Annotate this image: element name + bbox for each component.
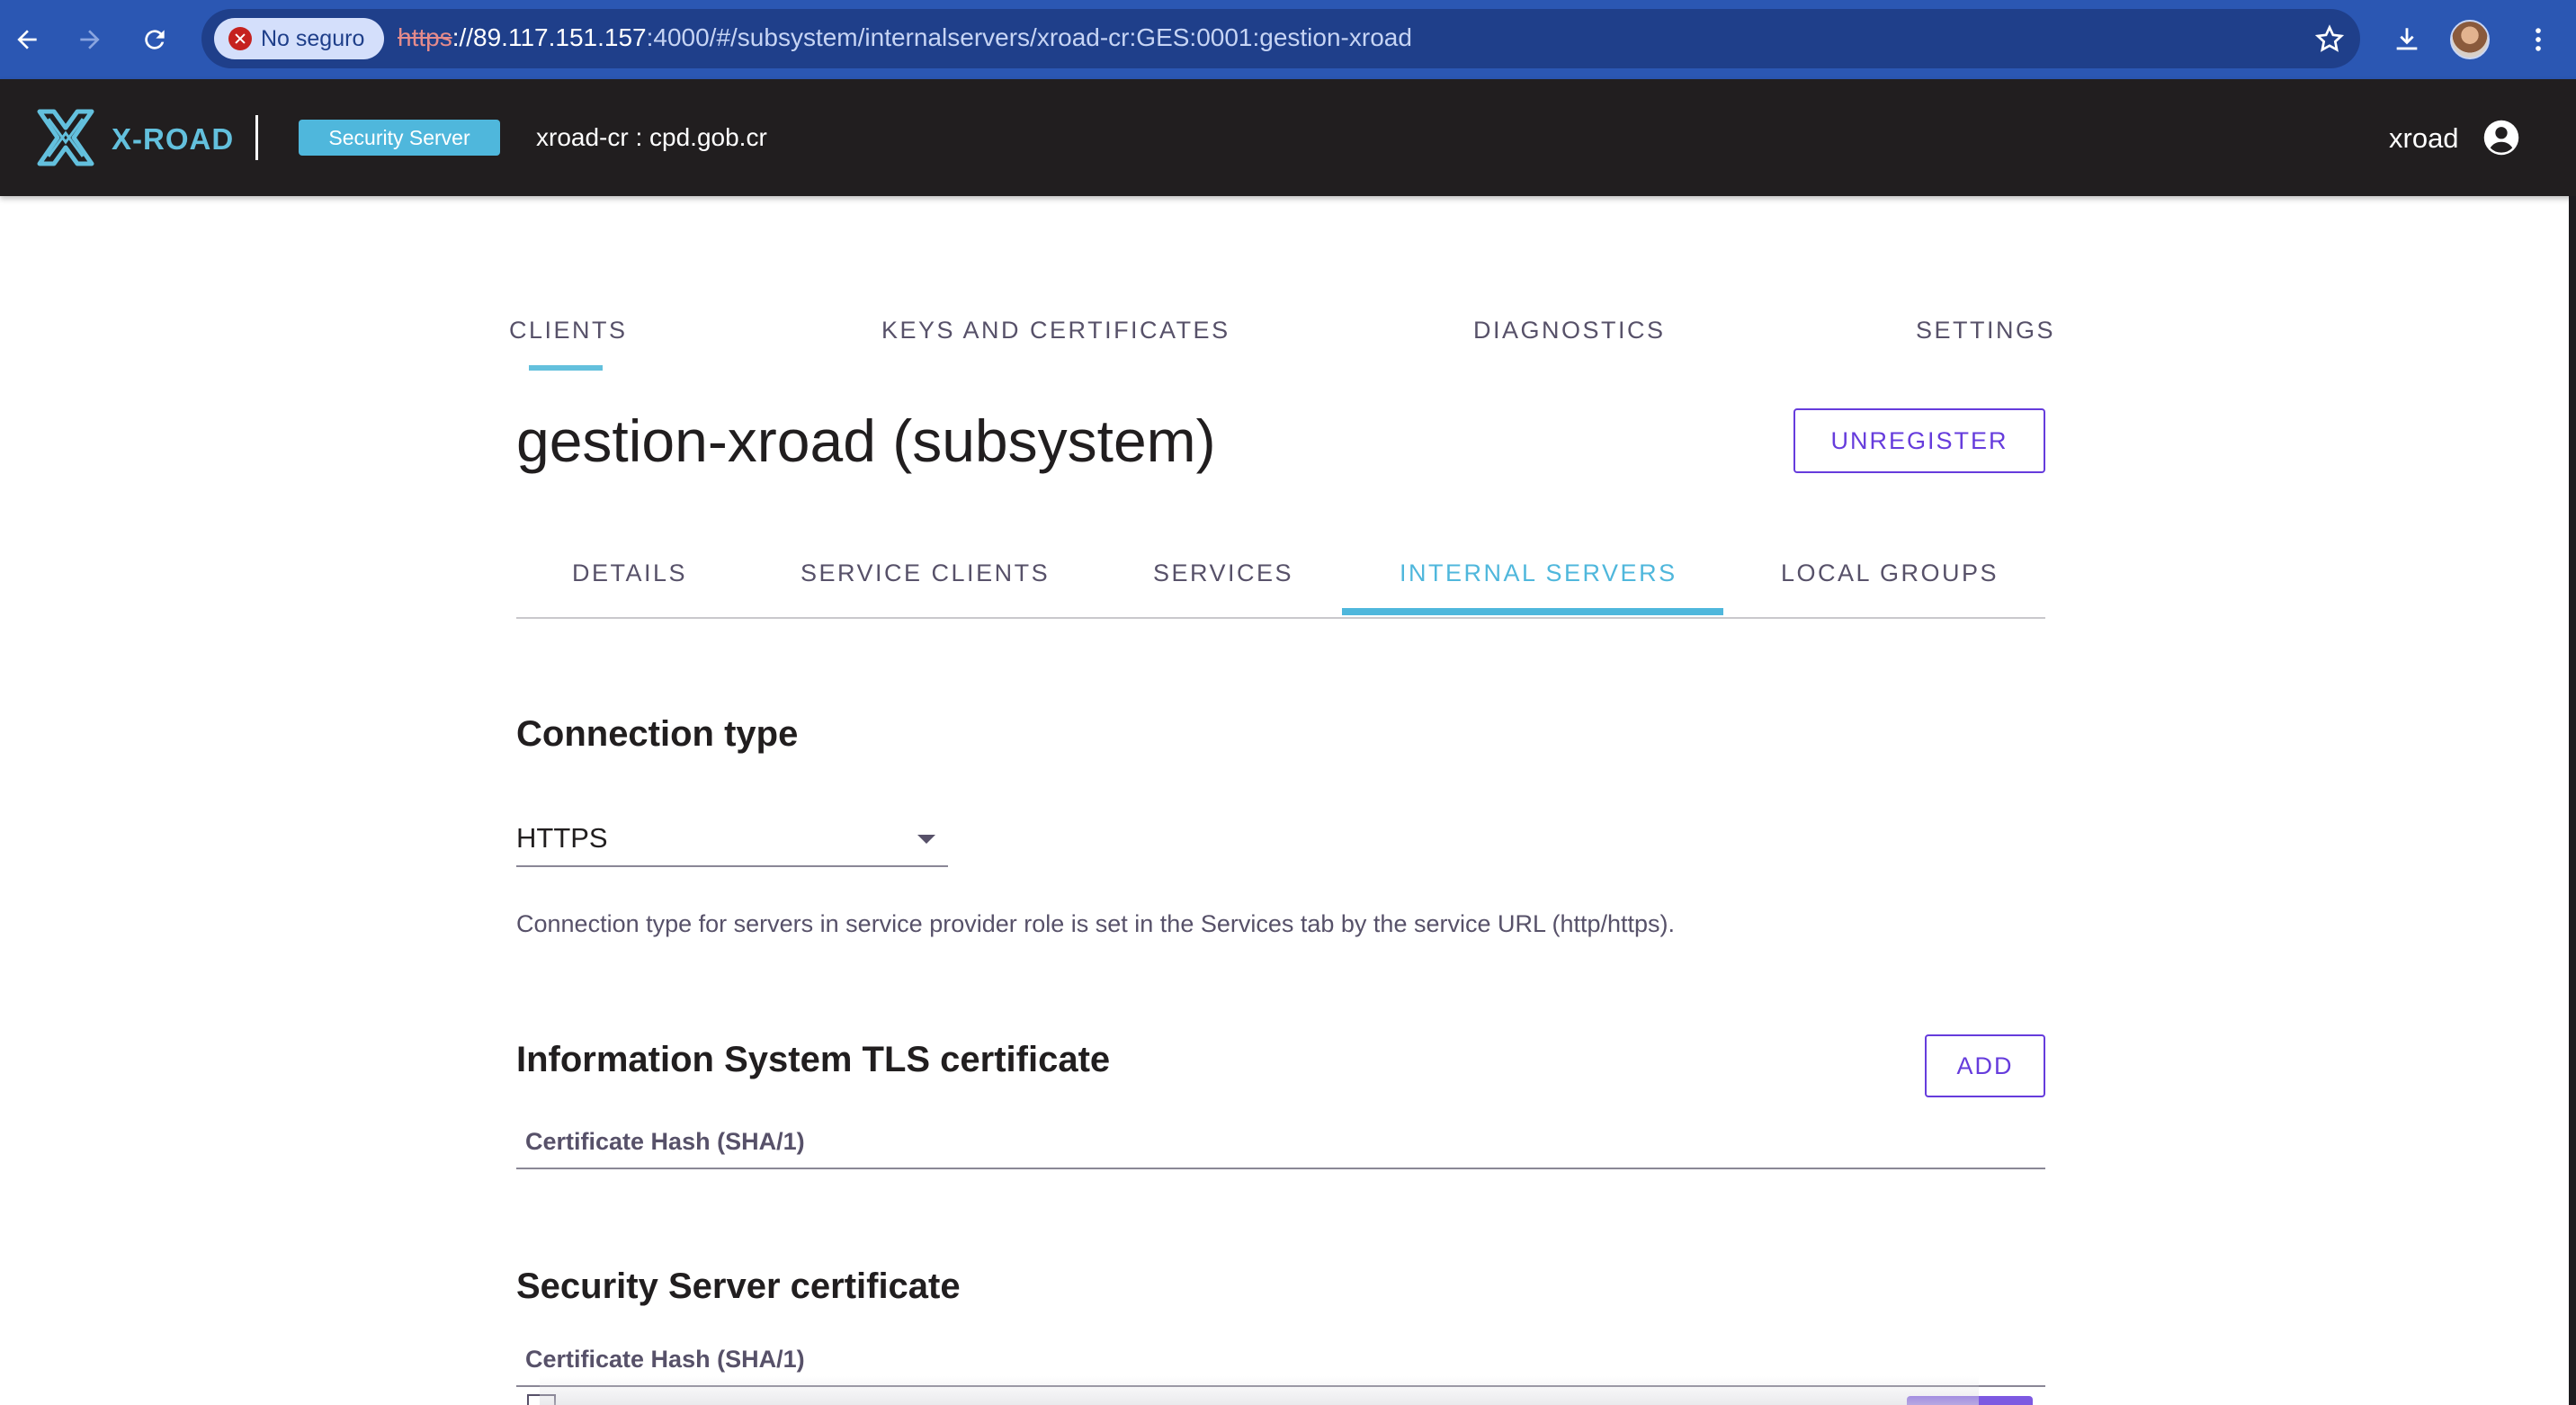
window-edge xyxy=(2569,196,2576,1405)
url-scheme: https xyxy=(398,23,452,51)
dropdown-caret-icon xyxy=(917,835,935,844)
add-tls-certificate-button[interactable]: ADD xyxy=(1925,1034,2045,1097)
browser-menu-button[interactable] xyxy=(2515,16,2562,63)
tab-internal-servers[interactable]: INTERNAL SERVERS xyxy=(1400,559,1677,587)
not-secure-icon xyxy=(228,27,252,50)
url-host: ://89.117.151.157 xyxy=(452,23,647,51)
app-header: X-ROAD Security Server xroad-cr : cpd.go… xyxy=(0,79,2576,196)
tab-services[interactable]: SERVICES xyxy=(1153,559,1293,587)
forward-button[interactable] xyxy=(67,16,113,63)
star-icon[interactable] xyxy=(2313,23,2346,56)
url-path: :4000/#/subsystem/internalservers/xroad-… xyxy=(646,23,1412,51)
connection-type-hint: Connection type for servers in service p… xyxy=(516,910,1676,937)
unregister-button[interactable]: UNREGISTER xyxy=(1793,408,2045,473)
security-server-badge: Security Server xyxy=(299,120,500,156)
url-text[interactable]: https://89.117.151.157:4000/#/subsystem/… xyxy=(398,23,1412,52)
more-vert-icon xyxy=(2536,28,2541,51)
tab-service-clients[interactable]: SERVICE CLIENTS xyxy=(801,559,1050,587)
tab-local-groups[interactable]: LOCAL GROUPS xyxy=(1781,559,1999,587)
server-instance: xroad-cr : cpd.gob.cr xyxy=(536,123,767,151)
active-tab-indicator xyxy=(529,365,603,371)
reload-button[interactable] xyxy=(131,16,178,63)
tab-diagnostics[interactable]: DIAGNOSTICS xyxy=(1473,317,1666,345)
user-menu-label[interactable]: xroad xyxy=(2389,122,2459,155)
address-bar[interactable]: No seguro https://89.117.151.157:4000/#/… xyxy=(201,9,2360,68)
download-icon xyxy=(2396,28,2418,50)
logo-text: X-ROAD xyxy=(112,122,235,156)
profile-avatar[interactable] xyxy=(2450,20,2490,59)
tls-certificate-table-header: Certificate Hash (SHA/1) xyxy=(516,1126,2045,1169)
site-security-chip[interactable]: No seguro xyxy=(214,18,385,59)
security-chip-label: No seguro xyxy=(261,25,365,51)
tab-clients[interactable]: CLIENTS xyxy=(509,317,628,345)
xroad-logo-icon[interactable] xyxy=(34,106,97,169)
connection-type-select[interactable]: HTTPS xyxy=(516,813,948,867)
back-button[interactable] xyxy=(4,16,50,63)
back-arrow-icon xyxy=(17,30,37,49)
active-subtab-indicator xyxy=(1342,608,1723,615)
tls-hash-column-header: Certificate Hash (SHA/1) xyxy=(525,1128,805,1155)
tab-keys-and-certificates[interactable]: KEYS AND CERTIFICATES xyxy=(881,317,1230,345)
tls-certificate-heading: Information System TLS certificate xyxy=(516,1040,1111,1079)
reload-icon xyxy=(145,30,165,49)
browser-toolbar: No seguro https://89.117.151.157:4000/#/… xyxy=(0,0,2576,79)
downloads-button[interactable] xyxy=(2384,16,2430,63)
tab-details[interactable]: DETAILS xyxy=(572,559,687,587)
forward-arrow-icon xyxy=(80,30,100,49)
page-title: gestion-xroad (subsystem) xyxy=(516,407,1216,474)
subsystem-tabs: DETAILS SERVICE CLIENTS SERVICES INTERNA… xyxy=(516,543,2045,619)
connection-type-heading: Connection type xyxy=(516,714,799,754)
header-divider xyxy=(255,115,258,160)
ss-certificate-heading: Security Server certificate xyxy=(516,1266,961,1306)
tab-settings[interactable]: SETTINGS xyxy=(1916,317,2055,345)
ss-hash-column-header: Certificate Hash (SHA/1) xyxy=(525,1346,805,1373)
connection-type-value: HTTPS xyxy=(516,822,608,854)
bottom-shadow xyxy=(540,1376,1979,1405)
account-circle-icon[interactable] xyxy=(2482,119,2520,157)
